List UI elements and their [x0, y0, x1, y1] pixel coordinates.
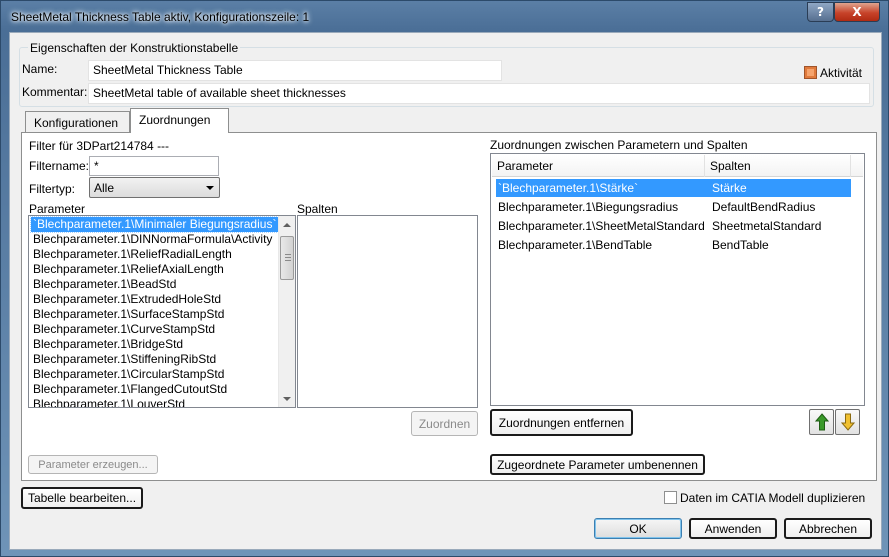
parameter-list-item[interactable]: Blechparameter.1\ExtrudedHoleStd	[31, 292, 223, 307]
parameter-list-item[interactable]: Blechparameter.1\ReliefRadialLength	[31, 247, 234, 262]
columns-list-header: Spalten	[297, 202, 338, 216]
assignment-column: Stärke	[712, 181, 747, 195]
parameter-listbox[interactable]: `Blechparameter.1\Minimaler Biegungsradi…	[28, 215, 296, 408]
create-parameter-button[interactable]: Parameter erzeugen...	[28, 455, 158, 474]
column-header-parameter[interactable]: Parameter	[492, 155, 705, 177]
assignment-row[interactable]: Blechparameter.1\BendTable BendTable	[496, 236, 851, 254]
tab-zuordnungen[interactable]: Zuordnungen	[130, 108, 229, 133]
filter-type-value: Alle	[94, 181, 115, 195]
dialog-window: SheetMetal Thickness Table aktiv, Konfig…	[0, 0, 889, 557]
assignment-column: BendTable	[712, 238, 769, 252]
parameter-list-item[interactable]: Blechparameter.1\CircularStampStd	[31, 367, 226, 382]
ok-button[interactable]: OK	[594, 518, 682, 539]
assignment-parameter: Blechparameter.1\Biegungsradius	[498, 200, 679, 214]
duplicate-checkbox[interactable]	[664, 491, 677, 504]
active-label: Aktivität	[820, 66, 863, 80]
filter-name-input[interactable]: *	[89, 156, 219, 176]
assignment-parameter: Blechparameter.1\BendTable	[498, 238, 653, 252]
assignment-column: SheetmetalStandard	[712, 219, 822, 233]
parameter-list-item[interactable]: Blechparameter.1\BeadStd	[31, 277, 178, 292]
assignments-title: Zuordnungen zwischen Parametern und Spal…	[490, 138, 748, 152]
remove-assignments-button[interactable]: Zuordnungen entfernen	[490, 409, 633, 436]
duplicate-label: Daten im CATIA Modell duplizieren	[680, 491, 866, 505]
assignment-column: DefaultBendRadius	[712, 200, 816, 214]
column-header-columns[interactable]: Spalten	[705, 155, 851, 177]
parameter-list-item[interactable]: Blechparameter.1\SurfaceStampStd	[31, 307, 226, 322]
filter-name-label: Filtername:	[29, 159, 90, 173]
parameter-list-item[interactable]: Blechparameter.1\CurveStampStd	[31, 322, 217, 337]
parameter-list-item[interactable]: Blechparameter.1\LouverStd	[31, 397, 187, 407]
scroll-up-icon[interactable]	[279, 216, 295, 233]
assignment-parameter: `Blechparameter.1\Stärke`	[498, 181, 639, 195]
arrow-down-icon	[840, 413, 855, 431]
parameter-list-item[interactable]: `Blechparameter.1\Minimaler Biegungsradi…	[29, 216, 280, 233]
help-icon: ?	[817, 5, 824, 19]
parameter-list-item[interactable]: Blechparameter.1\StiffeningRibStd	[31, 352, 218, 367]
scroll-thumb[interactable]	[280, 236, 294, 280]
move-down-button[interactable]	[835, 409, 860, 435]
window-title: SheetMetal Thickness Table aktiv, Konfig…	[11, 10, 310, 24]
rename-assigned-button[interactable]: Zugeordnete Parameter umbenennen	[490, 454, 705, 475]
assignment-row[interactable]: Blechparameter.1\SheetMetalStandard Shee…	[496, 217, 851, 235]
close-button[interactable]: X	[834, 2, 880, 22]
title-bar[interactable]: SheetMetal Thickness Table aktiv, Konfig…	[1, 1, 889, 33]
columns-listbox[interactable]	[297, 215, 478, 408]
edit-table-button[interactable]: Tabelle bearbeiten...	[21, 487, 143, 509]
apply-button[interactable]: Anwenden	[689, 518, 777, 539]
assign-button[interactable]: Zuordnen	[411, 411, 478, 436]
filter-type-select[interactable]: Alle	[89, 177, 220, 198]
tab-konfigurationen[interactable]: Konfigurationen	[25, 111, 130, 133]
scroll-down-icon[interactable]	[279, 390, 295, 407]
arrow-up-icon	[814, 413, 829, 431]
assignment-parameter: Blechparameter.1\SheetMetalStandard	[498, 219, 705, 233]
filter-type-label: Filtertyp:	[29, 182, 76, 196]
filter-title: Filter für 3DPart214784 ---	[29, 139, 170, 153]
move-up-button[interactable]	[809, 409, 834, 435]
parameter-list-item[interactable]: Blechparameter.1\FlangedCutoutStd	[31, 382, 229, 397]
name-label: Name:	[22, 62, 58, 76]
parameter-list-scrollbar[interactable]	[278, 216, 295, 407]
parameter-list-item[interactable]: Blechparameter.1\ReliefAxialLength	[31, 262, 226, 277]
cancel-button[interactable]: Abbrechen	[784, 518, 872, 539]
dialog-client-area: Eigenschaften der Konstruktionstabelle N…	[9, 32, 882, 550]
parameter-list-item[interactable]: Blechparameter.1\BridgeStd	[31, 337, 185, 352]
close-icon: X	[852, 5, 862, 19]
active-checkbox[interactable]	[804, 66, 817, 79]
help-button[interactable]: ?	[807, 2, 834, 22]
comment-field[interactable]: SheetMetal table of available sheet thic…	[88, 83, 870, 104]
assignments-header: Parameter Spalten	[492, 155, 863, 177]
assignment-row[interactable]: `Blechparameter.1\Stärke` Stärke	[496, 179, 851, 197]
name-field[interactable]: SheetMetal Thickness Table	[88, 60, 502, 81]
properties-group-title: Eigenschaften der Konstruktionstabelle	[28, 41, 241, 55]
assignment-row[interactable]: Blechparameter.1\Biegungsradius DefaultB…	[496, 198, 851, 216]
comment-label: Kommentar:	[22, 85, 88, 99]
chevron-down-icon	[206, 186, 214, 190]
assignments-listview[interactable]: Parameter Spalten `Blechparameter.1\Stär…	[490, 153, 865, 406]
parameter-list-header: Parameter	[29, 202, 86, 216]
parameter-list-item[interactable]: Blechparameter.1\DINNormaFormula\Activit…	[31, 232, 274, 247]
